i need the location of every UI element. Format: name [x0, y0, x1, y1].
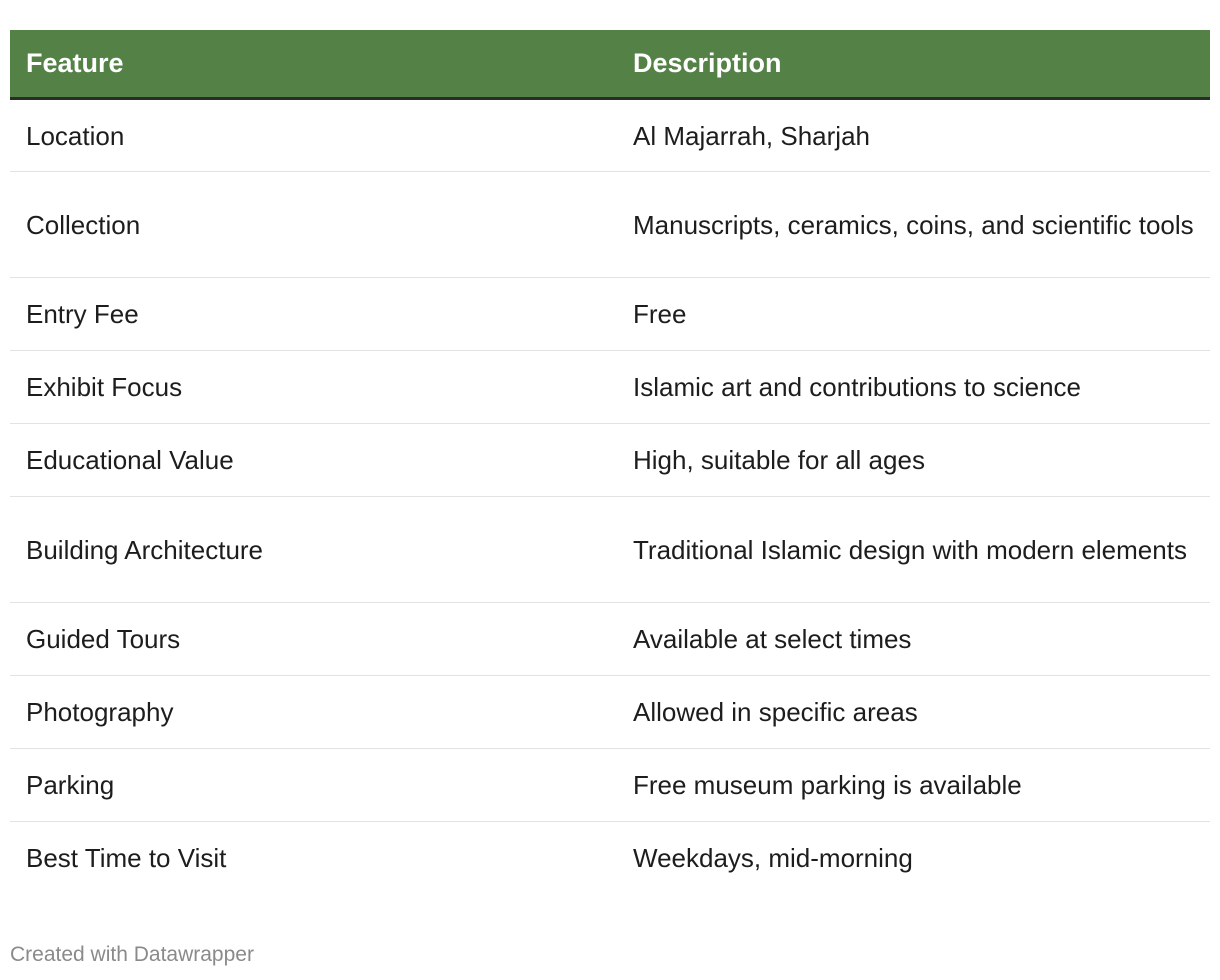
table-header: Feature Description [10, 30, 1210, 100]
feature-cell: Exhibit Focus [10, 350, 617, 424]
table-row: Entry Fee Free [10, 277, 1210, 351]
table-row: Collection Manuscripts, ceramics, coins,… [10, 171, 1210, 278]
table-row: Building Architecture Traditional Islami… [10, 496, 1210, 603]
description-cell: High, suitable for all ages [617, 423, 1210, 497]
description-cell: Islamic art and contributions to science [617, 350, 1210, 424]
description-cell: Weekdays, mid-morning [633, 843, 913, 874]
data-table-container: Feature Description Location Al Majarrah… [10, 30, 1210, 895]
table-row: Guided Tours Available at select times [10, 602, 1210, 676]
table-row: Exhibit Focus Islamic art and contributi… [10, 350, 1210, 424]
column-header-description: Description [617, 30, 1210, 100]
feature-cell: Location [10, 98, 617, 172]
table-row: Location Al Majarrah, Sharjah [10, 98, 1210, 172]
feature-cell: Best Time to Visit [26, 843, 227, 874]
column-header-feature: Feature [10, 30, 617, 100]
table-header-row: Feature Description [10, 30, 1210, 100]
feature-cell: Entry Fee [10, 277, 617, 351]
description-cell: Traditional Islamic design with modern e… [617, 496, 1210, 603]
feature-cell: Building Architecture [10, 496, 617, 603]
feature-cell: Parking [10, 748, 617, 822]
datawrapper-credit: Created with Datawrapper [10, 943, 254, 966]
feature-cell: Educational Value [10, 423, 617, 497]
table-row: Educational Value High, suitable for all… [10, 423, 1210, 497]
feature-cell: Photography [10, 675, 617, 749]
description-cell: Free museum parking is available [617, 748, 1210, 822]
feature-cell: Collection [10, 171, 617, 278]
table-row: Photography Allowed in specific areas [10, 675, 1210, 749]
table-row: Best Time to Visit Weekdays, mid-morning [10, 822, 1210, 895]
description-cell: Available at select times [617, 602, 1210, 676]
description-cell: Al Majarrah, Sharjah [617, 98, 1210, 172]
description-cell: Allowed in specific areas [617, 675, 1210, 749]
description-cell: Manuscripts, ceramics, coins, and scient… [617, 171, 1210, 278]
feature-cell: Guided Tours [10, 602, 617, 676]
data-table: Feature Description Location Al Majarrah… [10, 30, 1210, 895]
table-row: Parking Free museum parking is available [10, 748, 1210, 822]
table-body: Location Al Majarrah, Sharjah Collection… [10, 98, 1210, 895]
description-cell: Free [617, 277, 1210, 351]
